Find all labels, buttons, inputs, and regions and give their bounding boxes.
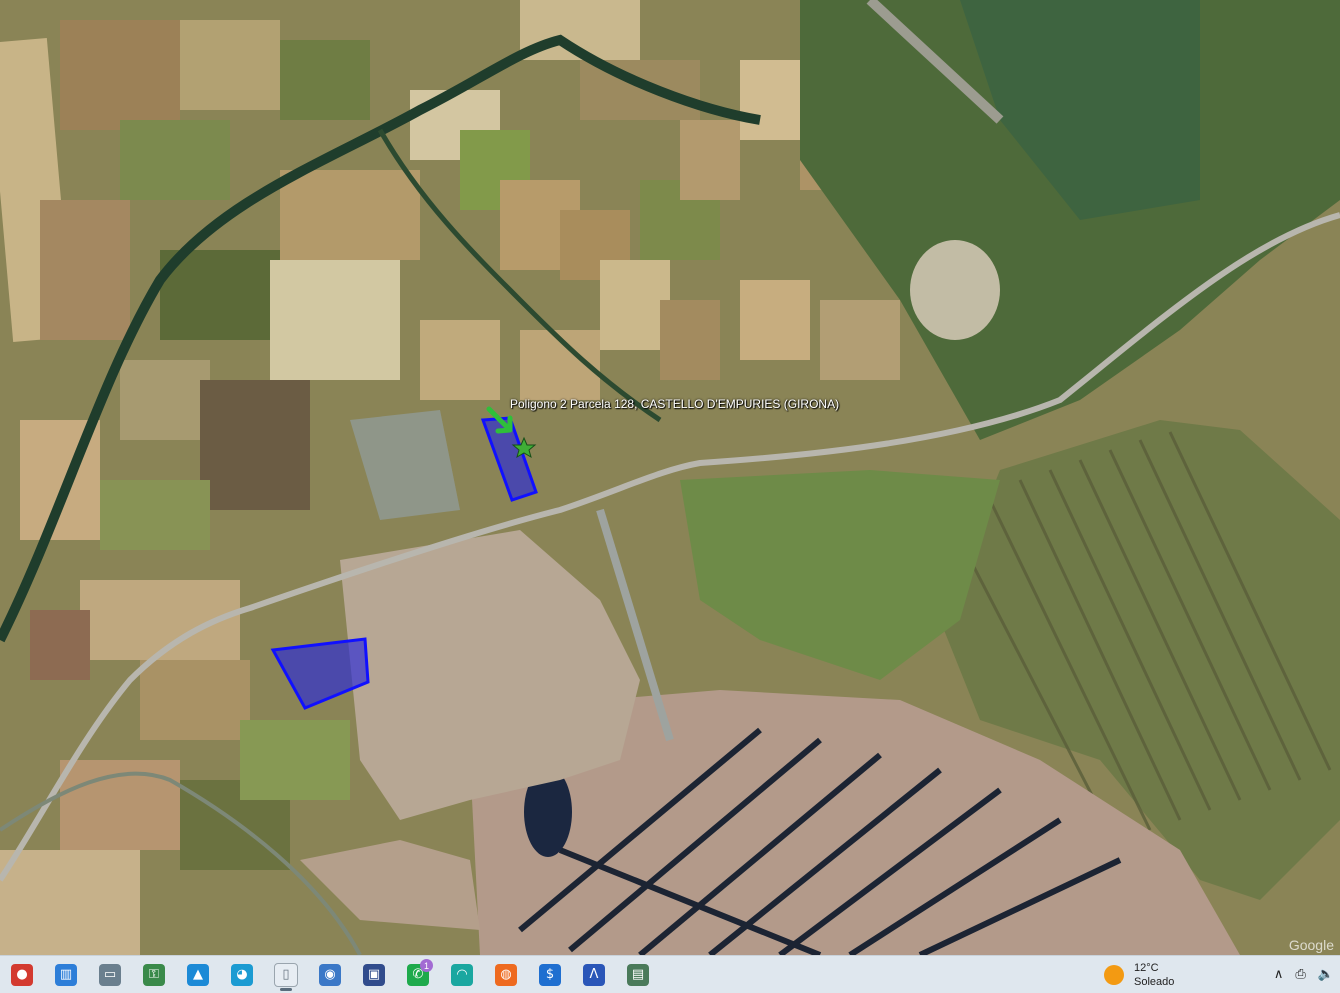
wave-app-icon: ◠ — [451, 963, 473, 986]
taskbar-arc-app-button[interactable]: Λ — [572, 956, 616, 993]
taskbar-wave-app-button[interactable]: ◠ — [440, 956, 484, 993]
edge-icon: ◕ — [231, 963, 253, 986]
taskbar-dollar-app-button[interactable]: $ — [528, 956, 572, 993]
taskbar-gallery-button[interactable]: ▲ — [176, 956, 220, 993]
taskbar-photos-button[interactable]: ▥ — [44, 956, 88, 993]
network-icon[interactable]: ⎙ — [1295, 967, 1305, 982]
taskbar-window-app-button[interactable]: ▤ — [616, 956, 660, 993]
taskbar-file-explorer-button[interactable]: ▭ — [88, 956, 132, 993]
taskbar-edge-button[interactable]: ◕ — [220, 956, 264, 993]
taskbar-security-app-button[interactable]: ⚿ — [132, 956, 176, 993]
dollar-app-icon: $ — [539, 963, 561, 986]
salt-flat — [910, 240, 1000, 340]
photos-icon: ▥ — [55, 963, 77, 986]
gallery-icon: ▲ — [187, 963, 209, 986]
taskbar-chrome-button[interactable]: ● — [0, 956, 44, 993]
taskbar-document-button[interactable]: ▯ — [264, 956, 308, 993]
security-app-icon: ⚿ — [143, 963, 165, 986]
show-hidden-icons-chevron-icon[interactable]: ∧ — [1274, 967, 1284, 982]
taskbar: ● ▥ ▭ ⚿ ▲ ◕ ▯ ◉ ▣ ✆ 1 ◠ ◍ $ Λ ▤ 12°C Soleado ∧ ⎙ 🔈 — [0, 955, 1340, 993]
firefox-icon: ◍ — [495, 963, 517, 986]
document-icon: ▯ — [274, 962, 298, 987]
map-canvas[interactable] — [0, 0, 1340, 955]
chrome-icon: ● — [11, 963, 33, 986]
save-disk-icon: ▣ — [363, 963, 385, 986]
google-earth-icon: ◉ — [319, 963, 341, 986]
sun-icon — [1104, 964, 1124, 985]
taskbar-whatsapp-button[interactable]: ✆ 1 — [396, 956, 440, 993]
file-explorer-icon: ▭ — [99, 963, 121, 986]
system-tray: ∧ ⎙ 🔈 — [1274, 956, 1334, 993]
taskbar-save-disk-button[interactable]: ▣ — [352, 956, 396, 993]
window-app-icon: ▤ — [627, 963, 649, 986]
weather-temperature: 12°C — [1134, 961, 1159, 974]
satellite-map[interactable]: Poligono 2 Parcela 128, CASTELLO D'EMPUR… — [0, 0, 1340, 955]
arc-app-icon: Λ — [583, 963, 605, 986]
notification-badge: 1 — [420, 959, 433, 972]
placemark-label[interactable]: Poligono 2 Parcela 128, CASTELLO D'EMPUR… — [510, 397, 839, 411]
taskbar-firefox-button[interactable]: ◍ — [484, 956, 528, 993]
weather-condition: Soleado — [1134, 975, 1175, 988]
taskbar-apps: ● ▥ ▭ ⚿ ▲ ◕ ▯ ◉ ▣ ✆ 1 ◠ ◍ $ Λ ▤ — [0, 956, 660, 993]
volume-icon[interactable]: 🔈 — [1318, 967, 1334, 982]
google-watermark: Google — [1288, 937, 1334, 953]
taskbar-google-earth-button[interactable]: ◉ — [308, 956, 352, 993]
weather-widget[interactable]: 12°C Soleado — [1104, 956, 1174, 993]
